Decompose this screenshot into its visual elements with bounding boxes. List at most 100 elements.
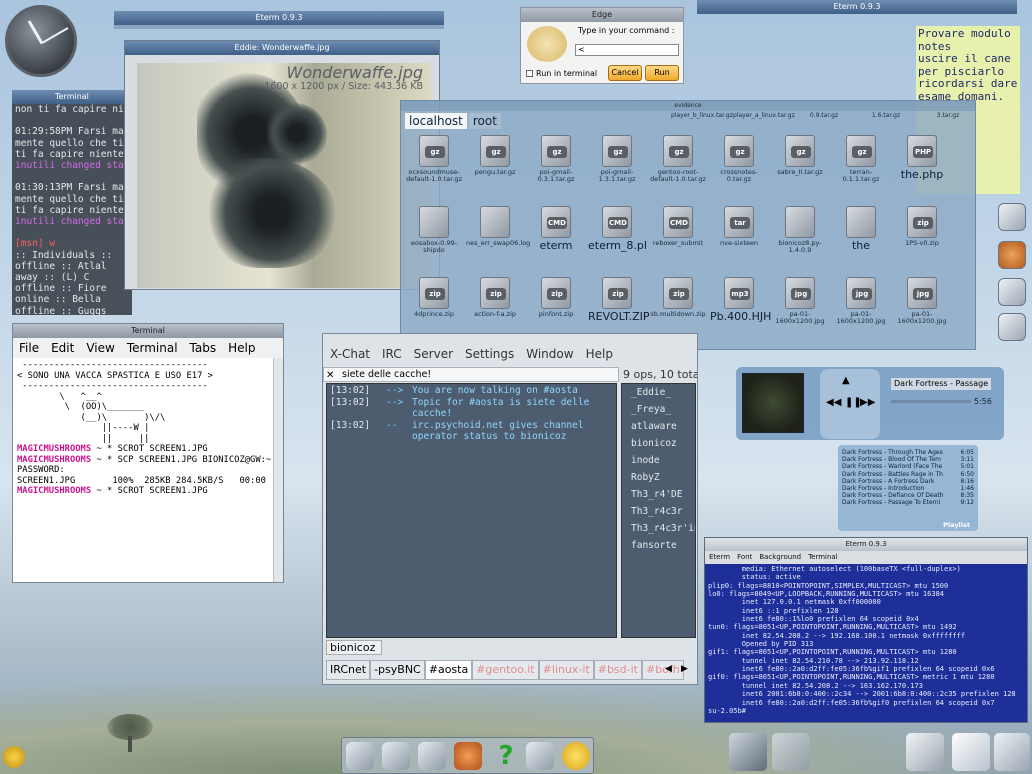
up-icon[interactable]: ▲ — [842, 375, 850, 386]
dock-firefox-icon[interactable] — [454, 742, 482, 770]
playlist-item[interactable]: Dark Fortress - Warlord (Face The 5:01 — [842, 463, 974, 470]
chat-text-area[interactable]: [13:02] --> You are now talking on #aosta[… — [326, 383, 617, 638]
file-item[interactable]: PHP the.php — [893, 135, 951, 181]
user-list-item[interactable]: _Freya_ — [622, 401, 695, 418]
eterm-window-top-left[interactable]: Eterm 0.9.3 — [114, 11, 444, 29]
file-item[interactable]: bionicoz8.py-1.4.0.9 — [771, 206, 829, 254]
user-list-item[interactable]: Th3_r4c3r — [622, 503, 695, 520]
menu-window[interactable]: Window — [526, 347, 573, 361]
topic-input[interactable]: siete delle cacche! — [323, 367, 619, 382]
menu-tabs[interactable]: Tabs — [190, 341, 217, 355]
playlist-item[interactable]: Dark Fortress - Battles Rage in Th 6:50 — [842, 471, 974, 478]
dock-files-icon[interactable] — [382, 742, 410, 770]
file-item[interactable]: zip REVOLT.ZIP — [588, 277, 650, 323]
tab-root[interactable]: root — [468, 113, 501, 129]
menu-terminal[interactable]: Terminal — [127, 341, 178, 355]
file-item[interactable]: eosabox-0.99-shipdo — [405, 206, 463, 254]
channel-tab[interactable]: #aosta — [424, 660, 473, 680]
menu-background[interactable]: Background — [759, 551, 801, 564]
user-list-item[interactable]: Th3_r4'DE — [622, 486, 695, 503]
file-item[interactable]: zip 4dprince.zip — [405, 277, 463, 318]
file-item[interactable]: gz terran-0.1.1.tar.gz — [832, 135, 890, 183]
run-button[interactable]: Run — [645, 65, 679, 81]
menu-x-chat[interactable]: X-Chat — [330, 347, 370, 361]
previous-icon[interactable]: ◀◀ — [826, 397, 841, 408]
playlist-panel[interactable]: Dark Fortress - Through The Ages 6:05 Dark… — [838, 445, 978, 531]
next-icon[interactable]: ▶▶ — [860, 397, 875, 408]
file-item[interactable]: gz sabre_II.tar.gz — [771, 135, 829, 176]
menu-orb-icon[interactable] — [3, 746, 25, 768]
channel-tab[interactable]: IRCnet — [326, 660, 371, 680]
pager-widget[interactable] — [729, 733, 767, 771]
playlist-item[interactable]: Dark Fortress - Introduction 1:46 — [842, 485, 974, 492]
file-item[interactable]: CMD eterm — [527, 206, 585, 252]
tab-scroll-right-icon[interactable]: ▶ — [681, 664, 688, 674]
file-item[interactable]: CMD eterm_8.pl — [588, 206, 647, 252]
menu-help[interactable]: Help — [586, 347, 613, 361]
user-list-item[interactable]: inode — [622, 452, 695, 469]
playlist-item[interactable]: Dark Fortress - Defiance Of Death 8:35 — [842, 492, 974, 499]
menu-file[interactable]: File — [19, 341, 39, 355]
launcher-firefox-icon[interactable] — [998, 241, 1026, 269]
menu-edit[interactable]: Edit — [51, 341, 74, 355]
user-list-item[interactable]: atlaware — [622, 418, 695, 435]
terminal-window-cowsay[interactable]: Terminal File Edit View Terminal Tabs Help --… — [12, 323, 284, 583]
file-item[interactable]: tar nve-sixteen — [710, 206, 768, 247]
file-item[interactable]: mp3 Pb.400.HJH — [710, 277, 771, 323]
playlist-item[interactable]: Dark Fortress - A Fortress Dark 8:16 — [842, 478, 974, 485]
menu-font[interactable]: Font — [737, 551, 752, 564]
dock-help-icon[interactable]: ? — [492, 742, 520, 770]
trash-icon[interactable] — [906, 733, 944, 771]
user-list-item[interactable]: fansorte — [622, 537, 695, 554]
channel-tab[interactable]: #bsd-it — [593, 660, 642, 680]
user-list-item[interactable]: bionicoz — [622, 435, 695, 452]
eterm-output[interactable]: media: Ethernet autoselect (100baseTX <f… — [708, 565, 1016, 715]
file-item[interactable]: gz gentoo-root-default-1.0.tar.gz — [649, 135, 707, 183]
user-list-item[interactable]: RobyZ — [622, 469, 695, 486]
system-monitor-icon[interactable] — [952, 733, 990, 771]
file-manager-window[interactable]: evidence localhost root player_b_linux.t… — [400, 100, 976, 350]
pager-desktop-2[interactable] — [772, 733, 810, 771]
file-item[interactable]: zip 1PS-v0.zip — [893, 206, 951, 247]
menu-view[interactable]: View — [86, 341, 114, 355]
dock-chat-icon[interactable] — [562, 742, 590, 770]
launcher-eterm-icon[interactable] — [998, 203, 1026, 231]
channel-tab[interactable]: #linux-it — [538, 660, 594, 680]
checkbox-box[interactable] — [526, 70, 533, 77]
seek-bar[interactable] — [891, 400, 971, 403]
file-item[interactable]: zip action-f-a.zip — [466, 277, 524, 318]
launcher-disk-icon[interactable] — [998, 313, 1026, 341]
file-item[interactable]: nes_err_swap06.log — [466, 206, 530, 247]
user-list-item[interactable]: Th3_r4c3r'in — [622, 520, 695, 537]
player-controls[interactable]: ▲ ◀◀ ❚❚ ▶▶ — [820, 369, 880, 439]
user-list[interactable]: _Eddie_ _Freya_ atlaware bionicoz inode RobyZ… — [621, 383, 696, 638]
menu-irc[interactable]: IRC — [382, 347, 402, 361]
terminal-scrollbar[interactable] — [273, 358, 283, 582]
command-input[interactable]: < — [575, 44, 679, 56]
network-icon[interactable] — [994, 733, 1030, 771]
file-item[interactable]: gz poi-gmail-1.3.1.tar.gz — [588, 135, 646, 183]
xchat-window[interactable]: X-Chat IRC Server Settings Window Help siete … — [322, 333, 698, 685]
menu-eterm[interactable]: Eterm — [709, 551, 730, 564]
tab-scroll-left-icon[interactable]: ◀ — [665, 664, 672, 674]
dock-shell-icon[interactable] — [418, 742, 446, 770]
file-item[interactable]: jpg pa-01-1600x1200.jpg — [893, 277, 951, 325]
media-player[interactable]: ▲ ◀◀ ❚❚ ▶▶ Dark Fortress - Passage 5:56 — [736, 367, 1004, 440]
eterm-window-top-right[interactable]: Eterm 0.9.3 — [697, 0, 1017, 14]
close-icon[interactable]: ✕ — [326, 370, 334, 381]
image-viewer-window[interactable]: Eddie: Wonderwaffe.jpg Wonderwaffe.jpg 1… — [124, 40, 440, 290]
launcher-shell-icon[interactable] — [998, 278, 1026, 306]
menu-server[interactable]: Server — [414, 347, 453, 361]
file-item[interactable]: zip sb.multidown.zip — [649, 277, 707, 318]
run-in-terminal-checkbox[interactable]: Run in terminal — [526, 69, 597, 78]
playlist-item[interactable]: Dark Fortress - Through The Ages 6:05 — [842, 449, 974, 456]
terminal-window-msn[interactable]: Terminal non ti fa capire niente e 01:29… — [12, 90, 132, 315]
file-item[interactable]: gz ocxsoundmuse-default-1.0.tar.gz — [405, 135, 463, 183]
file-item[interactable]: jpg pa-01-1600x1200.jpg — [771, 277, 829, 325]
eterm-window-ifconfig[interactable]: Eterm 0.9.3 Eterm Font Background Terminal … — [704, 537, 1028, 723]
playlist-item[interactable]: Dark Fortress - Blood Of The Tem 3:11 — [842, 456, 974, 463]
menu-help[interactable]: Help — [228, 341, 255, 355]
playlist-item[interactable]: Dark Fortress - Passage To Eterni 9:12 — [842, 499, 974, 506]
menu-terminal[interactable]: Terminal — [808, 551, 838, 564]
file-item[interactable]: gz poi-gmail-0.3.1.tar.gz — [527, 135, 585, 183]
